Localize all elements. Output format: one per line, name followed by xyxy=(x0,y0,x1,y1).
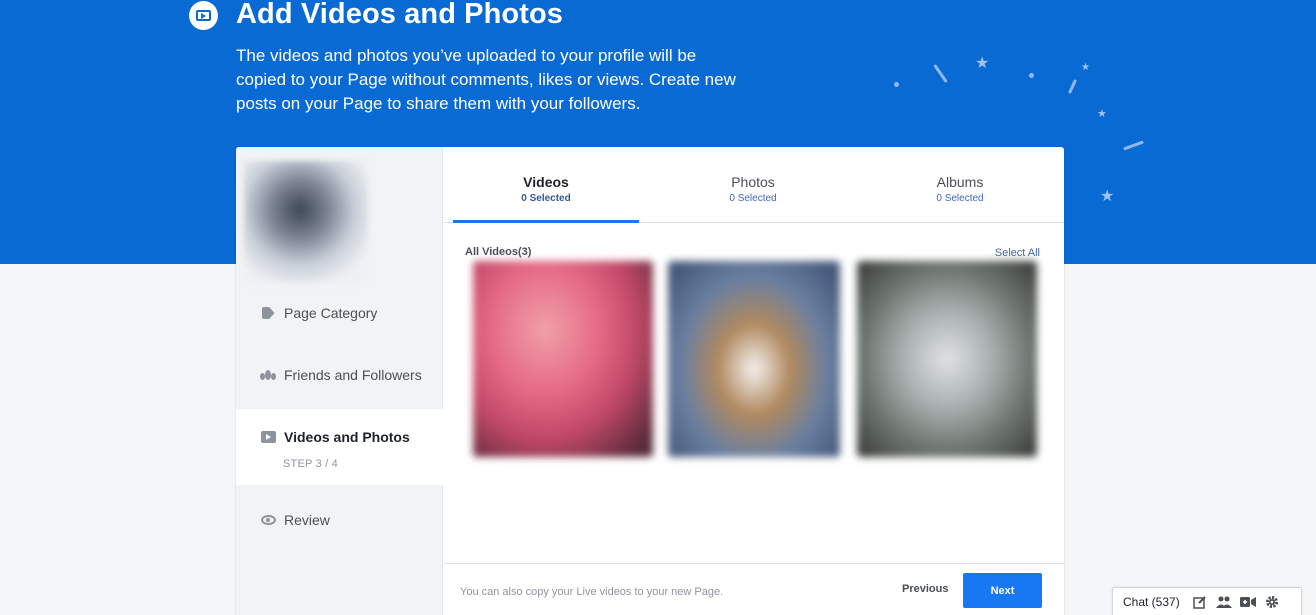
footer-note: You can also copy your Live videos to yo… xyxy=(460,586,724,598)
sidebar-item-review[interactable]: Review xyxy=(236,509,443,531)
tab-selected-count: 0 Selected xyxy=(521,193,571,204)
tab-selected-count: 0 Selected xyxy=(936,193,984,204)
chat-bar[interactable]: Chat (537) xyxy=(1112,587,1302,615)
page-description: The videos and photos you’ve uploaded to… xyxy=(236,46,736,113)
sidebar-item-label: Videos and Photos xyxy=(284,429,410,445)
video-icon xyxy=(189,1,218,30)
eye-icon xyxy=(260,512,276,528)
people-icon xyxy=(260,367,276,383)
video-thumbnail[interactable] xyxy=(668,261,840,457)
sidebar-item-page-category[interactable]: Page Category xyxy=(236,302,443,324)
sidebar-item-label: Friends and Followers xyxy=(284,367,422,383)
gear-icon[interactable] xyxy=(1264,595,1280,609)
sidebar-item-label: Page Category xyxy=(284,305,378,321)
select-all-link[interactable]: Select All xyxy=(995,247,1040,259)
wizard-sidebar: Page Category Friends and Followers Vide… xyxy=(236,147,443,615)
wizard-footer: You can also copy your Live videos to yo… xyxy=(444,563,1064,615)
next-button[interactable]: Next xyxy=(963,573,1042,608)
compose-icon[interactable] xyxy=(1192,595,1208,609)
tab-albums[interactable]: Albums 0 Selected xyxy=(867,147,1053,223)
sidebar-item-label: Review xyxy=(284,512,330,528)
video-icon xyxy=(260,429,276,445)
video-call-icon[interactable] xyxy=(1239,595,1256,609)
tab-videos[interactable]: Videos 0 Selected xyxy=(453,147,639,223)
media-tabs: Videos 0 Selected Photos 0 Selected Albu… xyxy=(444,147,1064,223)
tab-label: Videos xyxy=(523,174,569,190)
page-title: Add Videos and Photos xyxy=(236,0,564,30)
video-thumbnail[interactable] xyxy=(857,261,1037,457)
tab-label: Photos xyxy=(731,174,775,190)
people-icon[interactable] xyxy=(1215,595,1232,609)
sidebar-item-videos-photos[interactable]: Videos and Photos STEP 3 / 4 xyxy=(236,409,443,485)
previous-button[interactable]: Previous xyxy=(902,583,948,595)
wizard-card: Page Category Friends and Followers Vide… xyxy=(236,147,1064,615)
tab-photos[interactable]: Photos 0 Selected xyxy=(660,147,846,223)
sidebar-item-friends-followers[interactable]: Friends and Followers xyxy=(236,364,443,386)
tab-label: Albums xyxy=(936,174,984,190)
video-thumbnail[interactable] xyxy=(473,261,653,457)
tag-icon xyxy=(260,305,276,321)
page-profile-picture xyxy=(244,161,368,283)
section-title: All Videos(3) xyxy=(465,246,532,258)
tab-selected-count: 0 Selected xyxy=(729,193,777,204)
video-grid xyxy=(465,261,1051,461)
chat-label: Chat (537) xyxy=(1123,595,1180,609)
step-indicator: STEP 3 / 4 xyxy=(283,458,338,470)
